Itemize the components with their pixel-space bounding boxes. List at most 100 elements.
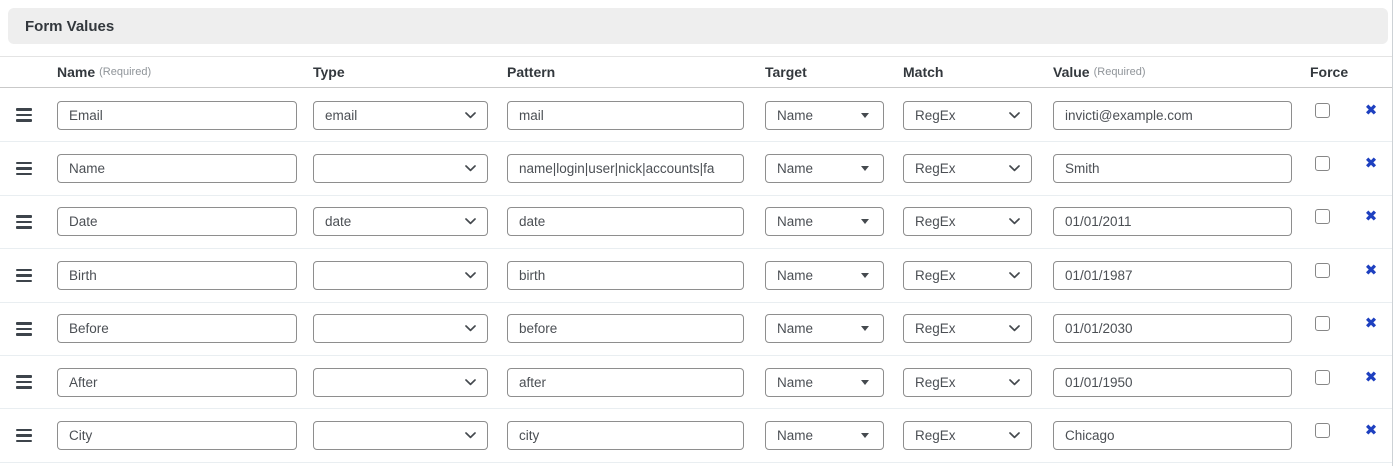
delete-button[interactable]: ✖ xyxy=(1363,421,1380,440)
force-checkbox[interactable] xyxy=(1315,209,1330,224)
delete-button[interactable]: ✖ xyxy=(1363,368,1380,387)
match-select[interactable]: RegEx xyxy=(903,154,1032,183)
column-header-force: Force xyxy=(1310,64,1349,80)
target-dropdown[interactable]: Name xyxy=(765,421,884,450)
force-checkbox[interactable] xyxy=(1315,103,1330,118)
type-select[interactable] xyxy=(313,154,488,183)
target-dropdown[interactable]: Name xyxy=(765,261,884,290)
pattern-input[interactable] xyxy=(507,261,744,290)
chevron-down-icon xyxy=(465,218,476,225)
value-input[interactable] xyxy=(1053,154,1292,183)
form-value-row: Name RegEx ✖ xyxy=(0,356,1393,409)
column-header-pattern: Pattern xyxy=(507,64,765,80)
name-input[interactable] xyxy=(57,314,297,343)
pattern-input[interactable] xyxy=(507,314,744,343)
force-checkbox[interactable] xyxy=(1315,370,1330,385)
match-select[interactable]: RegEx xyxy=(903,368,1032,397)
column-header-type: Type xyxy=(313,64,507,80)
type-select[interactable] xyxy=(313,261,488,290)
match-select[interactable]: RegEx xyxy=(903,101,1032,130)
name-input[interactable] xyxy=(57,368,297,397)
value-header-label: Value xyxy=(1053,64,1090,80)
value-input[interactable] xyxy=(1053,207,1292,236)
caret-down-icon xyxy=(861,326,869,331)
delete-button[interactable]: ✖ xyxy=(1363,261,1380,280)
type-header-label: Type xyxy=(313,64,345,80)
type-select[interactable] xyxy=(313,421,488,450)
form-value-row: Name RegEx ✖ xyxy=(0,249,1393,302)
chevron-down-icon xyxy=(1009,165,1020,172)
name-input[interactable] xyxy=(57,207,297,236)
drag-handle-icon[interactable] xyxy=(16,212,32,232)
pattern-header-label: Pattern xyxy=(507,64,555,80)
name-required-hint: (Required) xyxy=(99,66,151,78)
target-header-label: Target xyxy=(765,64,807,80)
type-select[interactable] xyxy=(313,368,488,397)
column-header-target: Target xyxy=(765,64,903,80)
chevron-down-icon xyxy=(1009,432,1020,439)
caret-down-icon xyxy=(861,219,869,224)
column-header-row: Name (Required) Type Pattern Target Matc… xyxy=(0,56,1393,88)
chevron-down-icon xyxy=(465,272,476,279)
panel-header: Form Values xyxy=(8,8,1388,44)
drag-handle-icon[interactable] xyxy=(16,319,32,339)
caret-down-icon xyxy=(861,113,869,118)
delete-button[interactable]: ✖ xyxy=(1363,314,1380,333)
drag-handle-icon[interactable] xyxy=(16,372,32,392)
caret-down-icon xyxy=(861,166,869,171)
chevron-down-icon xyxy=(1009,272,1020,279)
column-header-match: Match xyxy=(903,64,1053,80)
force-checkbox[interactable] xyxy=(1315,423,1330,438)
form-value-row: date Name RegEx ✖ xyxy=(0,196,1393,249)
name-input[interactable] xyxy=(57,154,297,183)
type-select[interactable]: date xyxy=(313,207,488,236)
form-value-row: Name RegEx ✖ xyxy=(0,142,1393,195)
name-input[interactable] xyxy=(57,101,297,130)
target-dropdown[interactable]: Name xyxy=(765,368,884,397)
chevron-down-icon xyxy=(1009,379,1020,386)
form-values-rows: email Name RegEx ✖ xyxy=(0,89,1393,463)
caret-down-icon xyxy=(861,380,869,385)
form-value-row: email Name RegEx ✖ xyxy=(0,89,1393,142)
name-input[interactable] xyxy=(57,261,297,290)
delete-button[interactable]: ✖ xyxy=(1363,207,1380,226)
force-header-label: Force xyxy=(1310,64,1348,80)
value-input[interactable] xyxy=(1053,261,1292,290)
target-dropdown[interactable]: Name xyxy=(765,154,884,183)
drag-handle-icon[interactable] xyxy=(16,159,32,179)
drag-handle-icon[interactable] xyxy=(16,105,32,125)
value-input[interactable] xyxy=(1053,314,1292,343)
force-checkbox[interactable] xyxy=(1315,263,1330,278)
delete-button[interactable]: ✖ xyxy=(1363,101,1380,120)
chevron-down-icon xyxy=(1009,325,1020,332)
value-input[interactable] xyxy=(1053,421,1292,450)
chevron-down-icon xyxy=(465,112,476,119)
target-dropdown[interactable]: Name xyxy=(765,314,884,343)
target-dropdown[interactable]: Name xyxy=(765,207,884,236)
type-select[interactable]: email xyxy=(313,101,488,130)
force-checkbox[interactable] xyxy=(1315,156,1330,171)
caret-down-icon xyxy=(861,273,869,278)
pattern-input[interactable] xyxy=(507,368,744,397)
match-header-label: Match xyxy=(903,64,943,80)
force-checkbox[interactable] xyxy=(1315,316,1330,331)
pattern-input[interactable] xyxy=(507,207,744,236)
value-required-hint: (Required) xyxy=(1094,66,1146,78)
match-select[interactable]: RegEx xyxy=(903,314,1032,343)
target-dropdown[interactable]: Name xyxy=(765,101,884,130)
match-select[interactable]: RegEx xyxy=(903,421,1032,450)
value-input[interactable] xyxy=(1053,101,1292,130)
drag-handle-icon[interactable] xyxy=(16,426,32,446)
panel-title: Form Values xyxy=(25,18,114,35)
pattern-input[interactable] xyxy=(507,101,744,130)
match-select[interactable]: RegEx xyxy=(903,207,1032,236)
value-input[interactable] xyxy=(1053,368,1292,397)
name-input[interactable] xyxy=(57,421,297,450)
pattern-input[interactable] xyxy=(507,154,744,183)
type-select[interactable] xyxy=(313,314,488,343)
drag-handle-icon[interactable] xyxy=(16,266,32,286)
chevron-down-icon xyxy=(465,432,476,439)
pattern-input[interactable] xyxy=(507,421,744,450)
match-select[interactable]: RegEx xyxy=(903,261,1032,290)
delete-button[interactable]: ✖ xyxy=(1363,154,1380,173)
